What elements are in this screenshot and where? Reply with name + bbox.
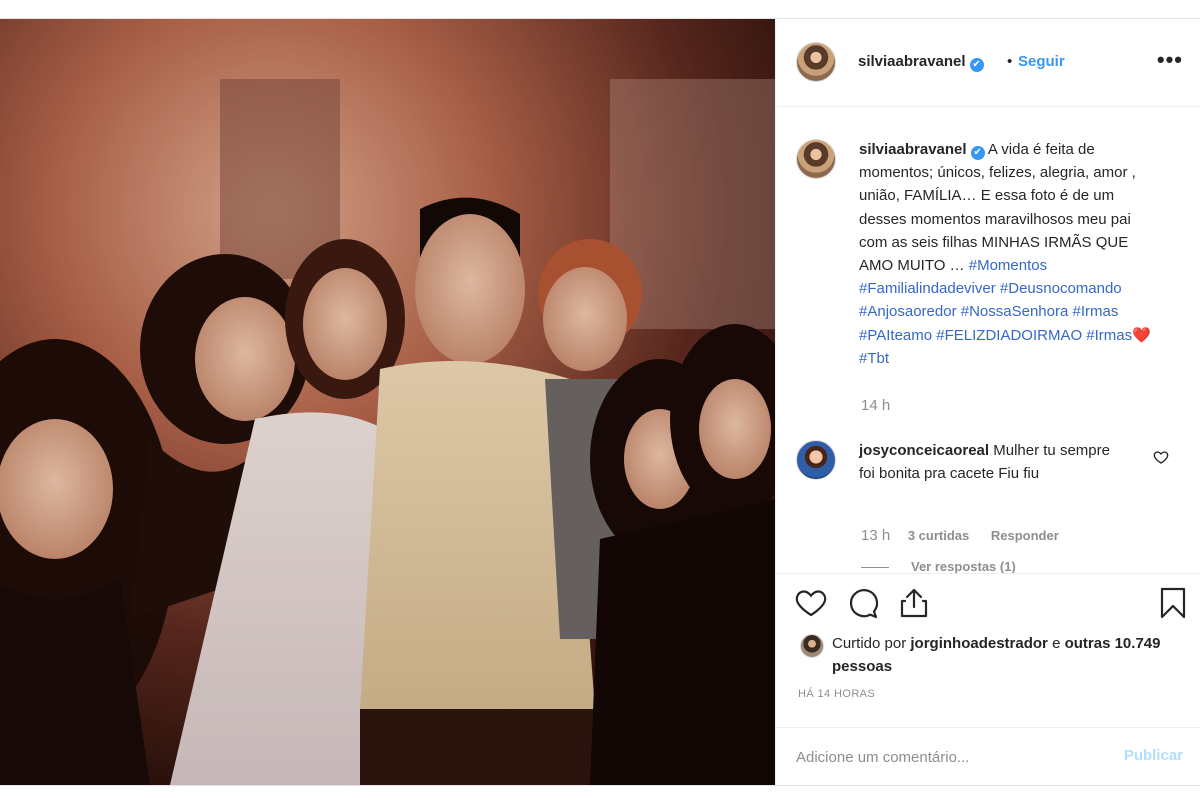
share-icon[interactable]: [897, 586, 931, 620]
post-side-panel: silviaabravanel ✔ • Seguir ••• silviaabra…: [775, 19, 1200, 785]
replies-divider: [861, 567, 889, 569]
follow-button[interactable]: Seguir: [1018, 53, 1065, 70]
heart-emoji-icon: ❤️: [1132, 326, 1151, 344]
instagram-post: silviaabravanel ✔ • Seguir ••• silviaabra…: [0, 18, 1200, 786]
comment-timestamp[interactable]: 13 h: [861, 527, 890, 544]
liker-avatar[interactable]: [800, 634, 824, 658]
speech-bubble-icon[interactable]: [846, 586, 880, 620]
likes-prefix: Curtido por: [832, 635, 907, 652]
add-comment-bar: Publicar: [776, 727, 1200, 785]
more-options-icon[interactable]: •••: [1157, 47, 1183, 73]
view-replies-label[interactable]: Ver respostas (1): [911, 559, 1016, 574]
post-header: silviaabravanel ✔ • Seguir •••: [776, 19, 1200, 107]
comment-like-heart-icon[interactable]: [1153, 449, 1169, 465]
caption-verified-badge-icon: ✔: [970, 146, 985, 160]
caption-text: A vida é feita de momentos; únicos, feli…: [859, 141, 1136, 275]
likes-summary[interactable]: Curtido por jorginhoadestrador e outras …: [832, 632, 1162, 678]
liker-username[interactable]: jorginhoadestrador: [910, 635, 1048, 652]
commenter-username[interactable]: josyconceicaoreal: [859, 442, 989, 459]
reply-button[interactable]: Responder: [991, 528, 1059, 543]
caption-author-avatar[interactable]: [796, 139, 836, 179]
family-photo-illustration: [0, 19, 775, 785]
post-caption: silviaabravanel ✔ A vida é feita de momen…: [859, 138, 1159, 370]
publish-button[interactable]: Publicar: [1124, 747, 1183, 764]
author-username-text[interactable]: silviaabravanel: [858, 53, 966, 70]
author-avatar[interactable]: [796, 42, 836, 82]
likes-connector: e: [1052, 635, 1061, 652]
comment-input[interactable]: [796, 744, 1096, 770]
commenter-avatar[interactable]: [796, 440, 836, 480]
post-actions: Curtido por jorginhoadestrador e outras …: [776, 573, 1200, 727]
bookmark-icon[interactable]: [1156, 586, 1190, 620]
author-username[interactable]: silviaabravanel ✔: [858, 53, 984, 72]
post-photo[interactable]: [0, 19, 775, 785]
comments-section[interactable]: silviaabravanel ✔ A vida é feita de momen…: [776, 107, 1200, 574]
comment-likes-count[interactable]: 3 curtidas: [908, 528, 969, 543]
heart-outline-icon[interactable]: [794, 586, 828, 620]
comment-item: josyconceicaoreal Mulher tu sempre foi b…: [859, 439, 1129, 485]
header-separator: •: [1007, 53, 1013, 70]
caption-username[interactable]: silviaabravanel: [859, 141, 967, 158]
caption-timestamp[interactable]: 14 h: [861, 397, 890, 414]
comment-meta: 13 h 3 curtidas Responder: [861, 527, 1077, 544]
verified-badge-icon: ✔: [969, 58, 984, 72]
post-timestamp[interactable]: HÁ 14 HORAS: [798, 688, 875, 700]
view-replies-button[interactable]: Ver respostas (1): [861, 559, 1016, 574]
caption-hashtag-tbt[interactable]: #Tbt: [859, 350, 889, 367]
